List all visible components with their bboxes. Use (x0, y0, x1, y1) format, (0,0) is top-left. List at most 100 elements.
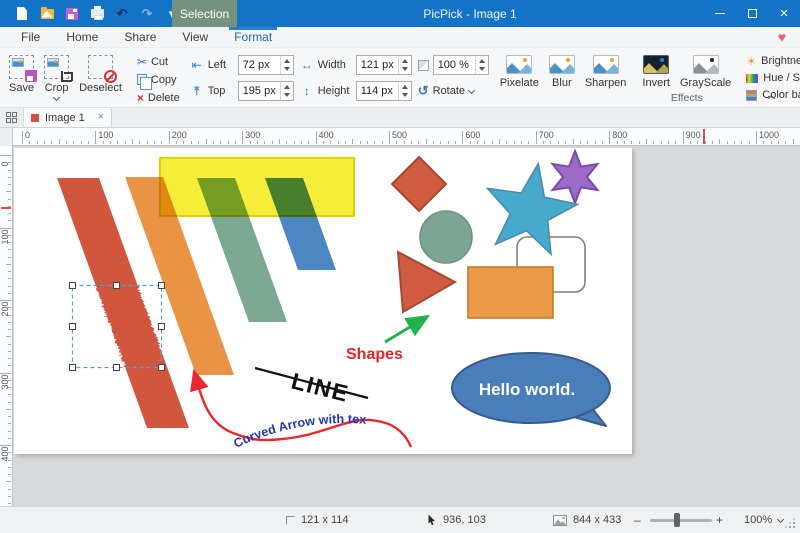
tab-image-1[interactable]: Image 1 × (24, 108, 112, 127)
ruler-tick (587, 141, 588, 144)
ruler-tick (8, 257, 11, 258)
redo-icon[interactable]: ↷ (139, 5, 155, 23)
grid-icon (6, 112, 17, 123)
height-spinner-arrows[interactable] (398, 82, 411, 100)
print-icon[interactable] (89, 5, 105, 23)
save-button[interactable]: Save (4, 51, 39, 94)
ruler-tick (147, 141, 148, 144)
menu-file[interactable]: File (8, 27, 53, 47)
window-list-button[interactable] (0, 108, 24, 127)
brightness-contrast-button[interactable]: ☀Brightness / Contrast (742, 53, 800, 69)
ruler-tick (8, 249, 11, 250)
ruler-tick (631, 141, 632, 144)
new-file-icon[interactable] (14, 5, 30, 23)
save-file-icon[interactable] (64, 5, 80, 23)
top-arrow-icon: ⇤ (190, 84, 204, 98)
menu-share[interactable]: Share (111, 27, 169, 47)
ruler-tick (749, 141, 750, 144)
delete-button[interactable]: ×Delete (133, 89, 184, 106)
zoom-slider-handle[interactable] (674, 513, 680, 527)
picpick-window: ↶ ↷ ▾ Selection PicPick - Image 1 × File… (0, 0, 800, 533)
undo-icon[interactable]: ↶ (114, 5, 130, 23)
left-spinner-arrows[interactable] (280, 56, 293, 74)
ruler-tick (37, 141, 38, 144)
pixelate-button[interactable]: Pixelate (495, 51, 544, 89)
invert-button[interactable]: Invert (637, 51, 675, 89)
blur-button[interactable]: Blur (544, 51, 580, 89)
width-spinner[interactable]: 121 px (356, 55, 412, 75)
ruler-tick (8, 358, 11, 359)
title-bar: ↶ ↷ ▾ Selection PicPick - Image 1 × (0, 0, 800, 27)
ruler-tick (110, 141, 111, 144)
resize-grip[interactable] (784, 517, 796, 529)
height-spinner[interactable]: 114 px (356, 81, 412, 101)
ruler-tick (220, 141, 221, 144)
zoom-level[interactable]: 100% (744, 507, 783, 533)
ruler-label: 200 (0, 297, 10, 321)
crop-dropdown-icon[interactable] (53, 94, 60, 101)
copy-button[interactable]: Copy (133, 71, 184, 88)
crop-button[interactable]: Crop (39, 51, 74, 100)
zoom-out-button[interactable]: – (634, 507, 641, 533)
ruler-label: 500 (392, 130, 407, 140)
zoom-in-button[interactable]: + (716, 507, 723, 533)
menu-view[interactable]: View (169, 27, 221, 47)
ruler-tick (6, 409, 11, 410)
ruler-tick (602, 141, 603, 144)
top-spinner-arrows[interactable] (280, 82, 293, 100)
ruler-tick (8, 496, 11, 497)
selection-size-indicator: 121 x 114 (286, 507, 349, 533)
ruler-tick (448, 141, 449, 144)
ruler-tick (455, 141, 456, 144)
ruler-tick (330, 141, 331, 144)
ruler-tick (6, 481, 11, 482)
scale-spinner[interactable]: 100 % (433, 55, 489, 75)
ruler-tick (8, 351, 11, 352)
width-spinner-arrows[interactable] (398, 56, 411, 74)
ruler-tick (565, 141, 566, 144)
close-button[interactable]: × (768, 0, 800, 27)
ruler-tick (719, 139, 720, 144)
scale-row: 100 % (418, 55, 489, 75)
ruler-tick (8, 322, 11, 323)
ruler-tick (352, 139, 353, 144)
ruler-tick (741, 141, 742, 144)
ruler-tick (250, 141, 251, 144)
ruler-label: 300 (0, 370, 10, 394)
left-spinner[interactable]: 72 px (238, 55, 294, 75)
minimize-button[interactable] (704, 0, 736, 27)
sharpen-button[interactable]: Sharpen (580, 51, 632, 89)
heart-icon[interactable]: ♥ (778, 29, 786, 45)
zoom-slider[interactable] (650, 519, 712, 522)
tab-close-icon[interactable]: × (98, 112, 104, 123)
ruler-tick (514, 141, 515, 144)
effects-group: Invert GrayScale Effects (637, 50, 736, 106)
ruler-tick (8, 503, 11, 504)
maximize-button[interactable] (736, 0, 768, 27)
ruler-tick (286, 141, 287, 144)
ruler-tick (793, 139, 794, 144)
menu-format[interactable]: Format (221, 27, 285, 47)
rotate-icon: ↺ (418, 83, 429, 99)
ruler-tick (433, 141, 434, 144)
ruler-tick (228, 141, 229, 144)
ruler-tick (573, 139, 574, 144)
top-spinner[interactable]: 195 px (238, 81, 294, 101)
ruler-tick (8, 438, 11, 439)
deselect-button[interactable]: Deselect (74, 51, 127, 94)
ruler-tick (198, 141, 199, 144)
filter-effects-group: Pixelate Blur Sharpen (495, 50, 632, 106)
image-canvas[interactable]: Shapes LINE Curved Arrow with text Hello… (14, 148, 632, 454)
scale-spinner-arrows[interactable] (475, 56, 488, 74)
ruler-tick (367, 141, 368, 144)
rotate-dropdown-icon[interactable] (468, 86, 475, 93)
hue-saturation-button[interactable]: Hue / Saturation (742, 70, 800, 86)
ruler-tick (536, 131, 537, 144)
hello-world-label: Hello world. (479, 380, 575, 399)
rotate-button[interactable]: ↺ Rotate (418, 81, 489, 101)
grayscale-button[interactable]: GrayScale (675, 51, 736, 89)
cut-button[interactable]: ✂Cut (133, 53, 184, 70)
menu-home[interactable]: Home (53, 27, 111, 47)
context-tab-selection[interactable]: Selection (172, 0, 237, 27)
open-folder-icon[interactable] (39, 5, 55, 23)
